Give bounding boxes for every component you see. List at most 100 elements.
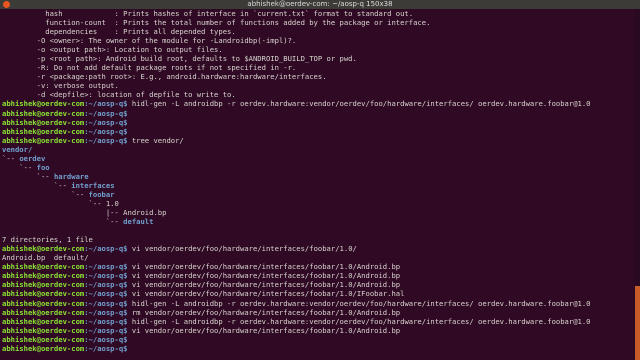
prompt-path: :~/aosp-q$ bbox=[84, 117, 128, 127]
prompt-path: :~/aosp-q$ bbox=[84, 108, 128, 118]
prompt-user: abhishek@oerdev-com bbox=[2, 307, 85, 317]
prompt-path: :~/aosp-q$ bbox=[84, 244, 128, 254]
output-line: dependencies : Prints all depended types… bbox=[2, 27, 236, 37]
window-title: abhishek@oerdev-com: ~/aosp-q 150x38 bbox=[247, 0, 393, 8]
prompt-line: abhishek@oerdev-com:~/aosp-q$ vi vendor/… bbox=[2, 326, 634, 335]
output-line: -O <owner>: The owner of the module for … bbox=[2, 36, 297, 46]
tree-line: |-- Android.bp bbox=[2, 208, 634, 217]
prompt-line: abhishek@oerdev-com:~/aosp-q$ vi vendor/… bbox=[2, 262, 634, 271]
prompt-user: abhishek@oerdev-com bbox=[2, 262, 85, 272]
command-text: vi vendor/oerdev/foo/hardware/interfaces… bbox=[127, 271, 401, 281]
prompt-line: abhishek@oerdev-com:~/aosp-q$ bbox=[2, 118, 634, 127]
file-name: 1.0 bbox=[105, 198, 119, 208]
command-text bbox=[128, 344, 132, 353]
directory-name: vendor/ bbox=[2, 145, 634, 154]
prompt-path: :~/aosp-q$ bbox=[84, 262, 128, 272]
tree-line: `-- foo bbox=[2, 163, 634, 172]
prompt-user: abhishek@oerdev-com bbox=[2, 289, 85, 299]
command-text: hidl-gen -L androidbp -r oerdev.hardware… bbox=[127, 99, 591, 109]
prompt-path: :~/aosp-q$ bbox=[84, 316, 128, 326]
prompt-line: abhishek@oerdev-com:~/aosp-q$ tree vendo… bbox=[2, 136, 634, 145]
prompt-path: :~/aosp-q$ bbox=[84, 126, 128, 136]
directory-name: oerdev bbox=[19, 153, 46, 163]
prompt-line: abhishek@oerdev-com:~/aosp-q$ rm vendor/… bbox=[2, 308, 634, 317]
tree-line: `-- default bbox=[2, 217, 634, 226]
directory-label: vendor/ bbox=[2, 144, 33, 154]
prompt-line: abhishek@oerdev-com:~/aosp-q$ vi vendor/… bbox=[2, 280, 634, 289]
output-line: 7 directories, 1 file bbox=[2, 235, 93, 245]
prompt-line: abhishek@oerdev-com:~/aosp-q$ bbox=[2, 127, 634, 136]
prompt-user: abhishek@oerdev-com bbox=[2, 280, 85, 290]
prompt-user: abhishek@oerdev-com bbox=[2, 298, 85, 308]
command-text: tree vendor/ bbox=[127, 135, 184, 145]
tree-line: `-- 1.0 bbox=[2, 199, 634, 208]
prompt-line: abhishek@oerdev-com:~/aosp-q$ hidl-gen -… bbox=[2, 299, 634, 308]
command-text: rm vendor/oerdev/foo/hardware/interfaces… bbox=[127, 307, 401, 317]
terminal-window: abhishek@oerdev-com: ~/aosp-q 150x38 has… bbox=[0, 0, 640, 360]
prompt-user: abhishek@oerdev-com bbox=[2, 325, 85, 335]
output-line: -v: verbose output. bbox=[2, 81, 119, 91]
prompt-user: abhishek@oerdev-com bbox=[2, 135, 85, 145]
tree-branch: |-- bbox=[2, 208, 124, 218]
prompt-path: :~/aosp-q$ bbox=[84, 325, 128, 335]
tree-line: `-- oerdev bbox=[2, 154, 634, 163]
title-bar[interactable]: abhishek@oerdev-com: ~/aosp-q 150x38 bbox=[0, 0, 640, 9]
file-name: Android.bp bbox=[123, 208, 167, 218]
prompt-user: abhishek@oerdev-com bbox=[2, 99, 85, 109]
prompt-path: :~/aosp-q$ bbox=[84, 271, 128, 281]
prompt-line: abhishek@oerdev-com:~/aosp-q$ vi vendor/… bbox=[2, 244, 634, 253]
tree-branch: `-- bbox=[2, 162, 37, 172]
prompt-path: :~/aosp-q$ bbox=[84, 289, 128, 299]
prompt-user: abhishek@oerdev-com bbox=[2, 244, 85, 254]
tree-branch: `-- bbox=[2, 153, 20, 163]
prompt-user: abhishek@oerdev-com bbox=[2, 334, 85, 344]
prompt-path: :~/aosp-q$ bbox=[84, 307, 128, 317]
prompt-line: abhishek@oerdev-com:~/aosp-q$ bbox=[2, 335, 634, 344]
prompt-line: abhishek@oerdev-com:~/aosp-q$ vi vendor/… bbox=[2, 289, 634, 298]
prompt-path: :~/aosp-q$ bbox=[84, 298, 128, 308]
prompt-path: :~/aosp-q$ bbox=[84, 343, 128, 353]
prompt-user: abhishek@oerdev-com bbox=[2, 271, 85, 281]
prompt-line: abhishek@oerdev-com:~/aosp-q$ vi vendor/… bbox=[2, 271, 634, 280]
command-text: vi vendor/oerdev/foo/hardware/interfaces… bbox=[127, 325, 401, 335]
prompt-path: :~/aosp-q$ bbox=[84, 280, 128, 290]
directory-name: hardware bbox=[53, 171, 89, 181]
close-icon[interactable] bbox=[3, 1, 10, 8]
directory-name: interfaces bbox=[71, 180, 115, 190]
terminal-output[interactable]: hash : Prints hashes of interface in `cu… bbox=[0, 9, 634, 360]
prompt-user: abhishek@oerdev-com bbox=[2, 343, 85, 353]
output-line: function-count : Prints the total number… bbox=[2, 18, 431, 28]
prompt-user: abhishek@oerdev-com bbox=[2, 126, 85, 136]
command-text: vi vendor/oerdev/foo/hardware/interfaces… bbox=[127, 262, 401, 272]
output-line: -r <package:path root>: E.g., android.ha… bbox=[2, 72, 327, 82]
prompt-user: abhishek@oerdev-com bbox=[2, 316, 85, 326]
tree-branch: `-- bbox=[2, 198, 106, 208]
command-text: vi vendor/oerdev/foo/hardware/interfaces… bbox=[127, 244, 357, 254]
output-line: -d <depfile>: location of depfile to wri… bbox=[2, 90, 236, 100]
tree-line: `-- hardware bbox=[2, 172, 634, 181]
prompt-line: abhishek@oerdev-com:~/aosp-q$ hidl-gen -… bbox=[2, 99, 634, 108]
output-line: hash : Prints hashes of interface in `cu… bbox=[2, 9, 414, 18]
output-line: Android.bp default/ bbox=[2, 253, 89, 263]
prompt-line: abhishek@oerdev-com:~/aosp-q$ bbox=[2, 344, 634, 353]
tree-branch: `-- bbox=[2, 217, 124, 227]
output-line: -p <root path>: Android build root, defa… bbox=[2, 54, 357, 64]
scrollbar-thumb[interactable] bbox=[635, 286, 640, 360]
scrollbar[interactable] bbox=[634, 9, 640, 360]
directory-name: foobar bbox=[88, 189, 115, 199]
command-text: vi vendor/oerdev/foo/hardware/interfaces… bbox=[127, 280, 401, 290]
command-text: hidl-gen -L androidbp -r oerdev.hardware… bbox=[127, 298, 591, 308]
directory-name: default bbox=[123, 217, 154, 227]
prompt-path: :~/aosp-q$ bbox=[84, 99, 128, 109]
prompt-user: abhishek@oerdev-com bbox=[2, 108, 85, 118]
output-line: -R: Do not add default package roots if … bbox=[2, 63, 297, 73]
prompt-line: abhishek@oerdev-com:~/aosp-q$ hidl-gen -… bbox=[2, 317, 634, 326]
prompt-path: :~/aosp-q$ bbox=[84, 334, 128, 344]
prompt-user: abhishek@oerdev-com bbox=[2, 117, 85, 127]
tree-line: `-- foobar bbox=[2, 190, 634, 199]
prompt-path: :~/aosp-q$ bbox=[84, 135, 128, 145]
tree-branch: `-- bbox=[2, 189, 89, 199]
tree-branch: `-- bbox=[2, 180, 72, 190]
directory-name: foo bbox=[36, 162, 50, 172]
